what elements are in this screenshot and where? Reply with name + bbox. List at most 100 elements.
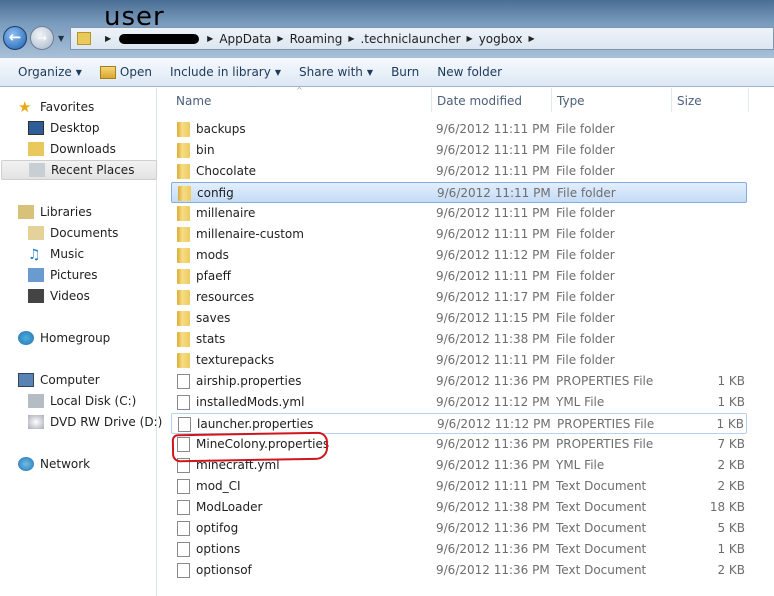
column-divider[interactable] [551, 88, 552, 112]
chevron-right-icon[interactable]: ▶ [528, 34, 534, 43]
address-bar[interactable]: ▶ ▶ AppData ▶ Roaming ▶ .techniclauncher… [70, 27, 774, 50]
file-name: optifog [196, 521, 239, 535]
file-row[interactable]: minecraft.yml 9/6/2012 11:36 PM YML File… [171, 455, 747, 476]
sidebar-music[interactable]: ♫ Music [28, 244, 184, 264]
file-name: millenaire [196, 206, 256, 220]
chevron-right-icon[interactable]: ▶ [348, 34, 354, 43]
sidebar-documents[interactable]: Documents [28, 223, 184, 243]
file-type: PROPERTIES File [556, 374, 654, 388]
open-button[interactable]: Open [99, 65, 152, 79]
open-label: Open [119, 65, 152, 79]
sidebar-network[interactable]: Network [18, 454, 174, 474]
file-type: File folder [556, 122, 615, 136]
chevron-right-icon[interactable]: ▶ [277, 34, 283, 43]
computer-icon [18, 373, 34, 387]
file-row[interactable]: Chocolate 9/6/2012 11:11 PM File folder [171, 161, 747, 182]
column-header-type[interactable]: Type [557, 94, 585, 108]
file-type: File folder [556, 311, 615, 325]
sidebar-downloads[interactable]: Downloads [28, 139, 184, 159]
breadcrumb-appdata[interactable]: AppData [219, 32, 271, 46]
breadcrumb-roaming[interactable]: Roaming [290, 32, 343, 46]
file-name: installedMods.yml [196, 395, 305, 409]
dvd-drive-icon [28, 415, 44, 429]
file-name: ModLoader [196, 500, 263, 514]
file-name: mods [196, 248, 229, 262]
file-row[interactable]: pfaeff 9/6/2012 11:11 PM File folder [171, 266, 747, 287]
burn-button[interactable]: Burn [391, 65, 419, 79]
file-row[interactable]: mods 9/6/2012 11:12 PM File folder [171, 245, 747, 266]
new-folder-button[interactable]: New folder [437, 65, 502, 79]
sidebar-pictures[interactable]: Pictures [28, 265, 184, 285]
file-row[interactable]: optionsof 9/6/2012 11:36 PM Text Documen… [171, 560, 747, 581]
chevron-right-icon[interactable]: ▶ [207, 34, 213, 43]
file-row[interactable]: resources 9/6/2012 11:17 PM File folder [171, 287, 747, 308]
chevron-down-icon: ▼ [75, 67, 82, 77]
share-with-button[interactable]: Share with ▼ [299, 65, 373, 79]
organize-button[interactable]: Organize ▼ [18, 65, 82, 79]
column-header-size[interactable]: Size [677, 94, 702, 108]
file-type: File folder [556, 227, 615, 241]
file-date: 9/6/2012 11:11 PM [436, 353, 550, 367]
chevron-right-icon[interactable]: ▶ [467, 34, 473, 43]
sidebar-label: Desktop [50, 121, 100, 135]
sidebar-dvd-drive[interactable]: DVD RW Drive (D:) [28, 412, 184, 432]
file-name: options [196, 542, 241, 556]
file-row[interactable]: backups 9/6/2012 11:11 PM File folder [171, 119, 747, 140]
file-row[interactable]: ModLoader 9/6/2012 11:38 PM Text Documen… [171, 497, 747, 518]
sidebar-local-disk[interactable]: Local Disk (C:) [28, 391, 184, 411]
file-row[interactable]: texturepacks 9/6/2012 11:11 PM File fold… [171, 350, 747, 371]
file-row[interactable]: optifog 9/6/2012 11:36 PM Text Document … [171, 518, 747, 539]
folder-icon [177, 122, 190, 137]
file-row[interactable]: saves 9/6/2012 11:15 PM File folder [171, 308, 747, 329]
file-row[interactable]: bin 9/6/2012 11:11 PM File folder [171, 140, 747, 161]
breadcrumb-techniclauncher[interactable]: .techniclauncher [360, 32, 460, 46]
file-date: 9/6/2012 11:11 PM [436, 227, 550, 241]
column-divider[interactable] [671, 88, 672, 112]
file-date: 9/6/2012 11:36 PM [436, 563, 550, 577]
file-type: Text Document [556, 521, 647, 535]
forward-button[interactable]: → [30, 26, 54, 50]
breadcrumb-yogbox[interactable]: yogbox [479, 32, 523, 46]
column-header-name[interactable]: Name [176, 94, 211, 108]
include-in-library-button[interactable]: Include in library ▼ [170, 65, 281, 79]
file-row[interactable]: millenaire-custom 9/6/2012 11:11 PM File… [171, 224, 747, 245]
sidebar-videos[interactable]: Videos [28, 286, 184, 306]
file-row[interactable]: MineColony.properties 9/6/2012 11:36 PM … [171, 434, 747, 455]
sidebar-computer[interactable]: Computer [18, 370, 174, 390]
file-date: 9/6/2012 11:11 PM [436, 479, 550, 493]
network-icon [18, 457, 34, 471]
sidebar-label: Recent Places [51, 163, 135, 177]
file-row[interactable]: launcher.properties 9/6/2012 11:12 PM PR… [171, 413, 747, 434]
file-row[interactable]: installedMods.yml 9/6/2012 11:12 PM YML … [171, 392, 747, 413]
new-folder-label: New folder [437, 65, 503, 79]
file-name: pfaeff [196, 269, 231, 283]
column-divider[interactable] [748, 88, 749, 112]
redacted-username [119, 33, 200, 44]
file-date: 9/6/2012 11:11 PM [436, 206, 550, 220]
sidebar-recent-places[interactable]: Recent Places [1, 160, 157, 180]
file-row[interactable]: mod_CI 9/6/2012 11:11 PM Text Document 2… [171, 476, 747, 497]
videos-icon [28, 289, 44, 303]
sidebar-desktop[interactable]: Desktop [28, 118, 184, 138]
sidebar-favorites[interactable]: ★ Favorites [18, 97, 174, 117]
file-row[interactable]: millenaire 9/6/2012 11:11 PM File folder [171, 203, 747, 224]
column-divider[interactable] [431, 88, 432, 112]
folder-icon [177, 353, 190, 368]
sidebar-homegroup[interactable]: Homegroup [18, 328, 174, 348]
sidebar-libraries[interactable]: Libraries [18, 202, 174, 222]
back-button[interactable]: ← [3, 26, 27, 50]
column-header-date[interactable]: Date modified [437, 94, 522, 108]
recent-pages-dropdown[interactable]: ▼ [58, 34, 64, 43]
file-icon [177, 563, 190, 578]
folder-icon [177, 227, 190, 242]
folder-icon [177, 311, 190, 326]
file-row[interactable]: options 9/6/2012 11:36 PM Text Document … [171, 539, 747, 560]
file-row[interactable]: config 9/6/2012 11:11 PM File folder [171, 182, 747, 203]
file-date: 9/6/2012 11:36 PM [436, 374, 550, 388]
file-row[interactable]: airship.properties 9/6/2012 11:36 PM PRO… [171, 371, 747, 392]
file-name: optionsof [196, 563, 252, 577]
chevron-right-icon[interactable]: ▶ [105, 34, 111, 43]
file-date: 9/6/2012 11:12 PM [437, 417, 551, 431]
sidebar-label: Downloads [50, 142, 116, 156]
file-row[interactable]: stats 9/6/2012 11:38 PM File folder [171, 329, 747, 350]
